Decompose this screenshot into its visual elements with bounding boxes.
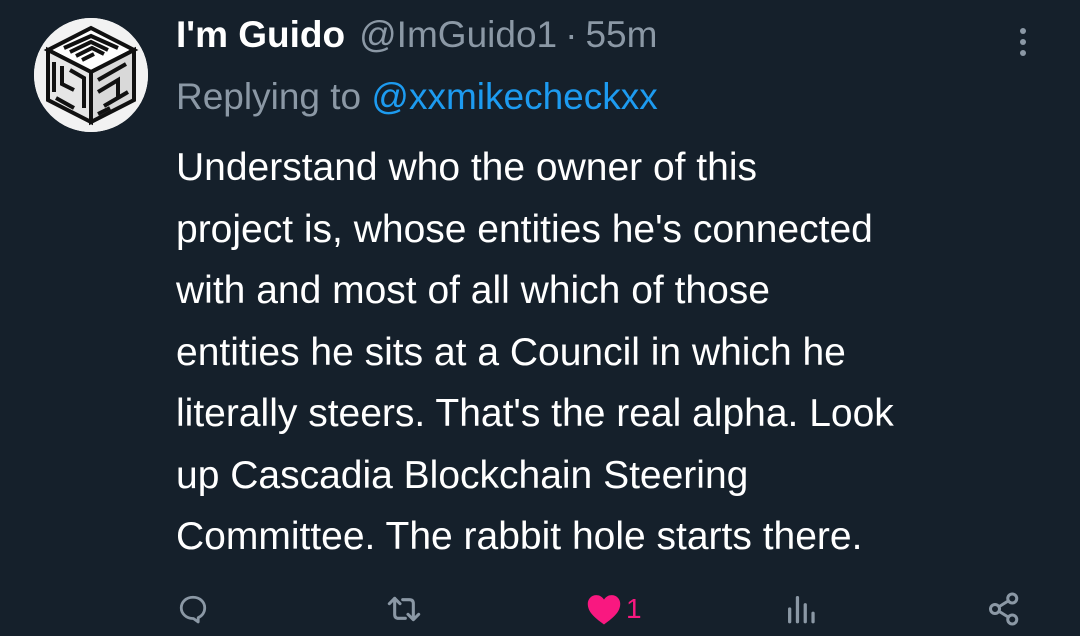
more-vertical-icon-dot	[1020, 50, 1026, 56]
heart-filled-icon	[587, 595, 621, 625]
like-button[interactable]: 1	[585, 585, 642, 633]
user-handle[interactable]: @ImGuido1	[359, 14, 557, 56]
maze-cube-avatar-image	[34, 18, 148, 132]
display-name[interactable]: I'm Guido	[176, 14, 345, 56]
like-count: 1	[626, 593, 642, 624]
reply-icon	[179, 595, 207, 624]
tweet-action-bar: 1	[0, 585, 1080, 633]
more-vertical-icon	[1020, 28, 1026, 34]
retweet-button[interactable]	[384, 585, 424, 633]
replying-to-line: Replying to @xxmikecheckxx	[176, 76, 658, 118]
avatar[interactable]	[34, 18, 148, 132]
retweet-icon	[387, 596, 421, 622]
replying-to-label: Replying to	[176, 76, 372, 117]
reply-button[interactable]	[177, 585, 209, 633]
tweet-text: Understand who the owner of this project…	[176, 146, 894, 558]
tweet-header: I'm Guido @ImGuido1 · 55m	[176, 14, 657, 64]
more-options-button[interactable]	[1008, 20, 1038, 64]
separator-dot: ·	[565, 14, 578, 55]
timestamp[interactable]: 55m	[585, 14, 657, 56]
share-icon	[989, 592, 1019, 626]
more-vertical-icon-dot	[1020, 39, 1026, 45]
replying-to-handle-link[interactable]: @xxmikecheckxx	[371, 76, 657, 117]
views-button[interactable]	[784, 585, 818, 633]
views-icon	[788, 596, 815, 624]
share-button[interactable]	[986, 585, 1022, 633]
